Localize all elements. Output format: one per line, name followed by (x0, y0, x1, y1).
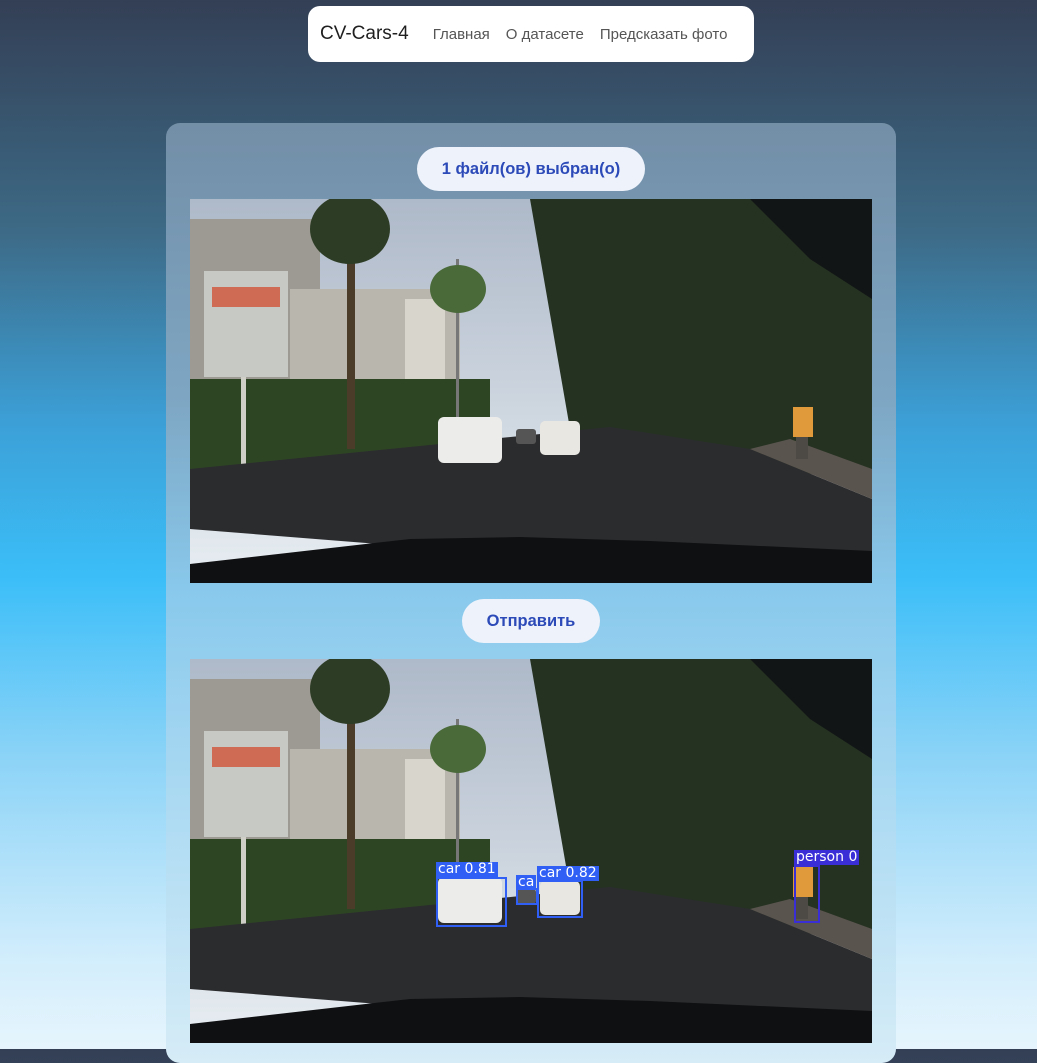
detection-box-person (794, 865, 820, 923)
detection-box-car-3 (537, 880, 583, 918)
detection-box-car-1 (436, 877, 507, 927)
prediction-result-image: car 0.81 ca car 0.82 person 0 (190, 659, 872, 1043)
detection-label-car-2: ca (516, 874, 537, 890)
detection-label-car-3: car 0.82 (537, 865, 599, 881)
street-photo (190, 199, 872, 583)
file-select-button[interactable]: 1 файл(ов) выбран(о) (417, 147, 645, 191)
detection-label-person: person 0 (794, 849, 860, 865)
detection-label-car-1: car 0.81 (436, 861, 498, 877)
nav-link-home[interactable]: Главная (433, 26, 490, 43)
nav-link-predict-photo[interactable]: Предсказать фото (600, 26, 728, 43)
main-panel: 1 файл(ов) выбран(о) Отправить car 0.81 … (166, 123, 896, 1063)
input-image-preview (190, 199, 872, 583)
brand-logo[interactable]: CV-Cars-4 (320, 23, 409, 45)
nav-link-about-dataset[interactable]: О датасете (506, 26, 584, 43)
navbar: CV-Cars-4 Главная О датасете Предсказать… (308, 6, 754, 62)
street-photo-with-detections (190, 659, 872, 1043)
detection-box-car-2 (516, 888, 538, 905)
submit-button[interactable]: Отправить (462, 599, 600, 643)
